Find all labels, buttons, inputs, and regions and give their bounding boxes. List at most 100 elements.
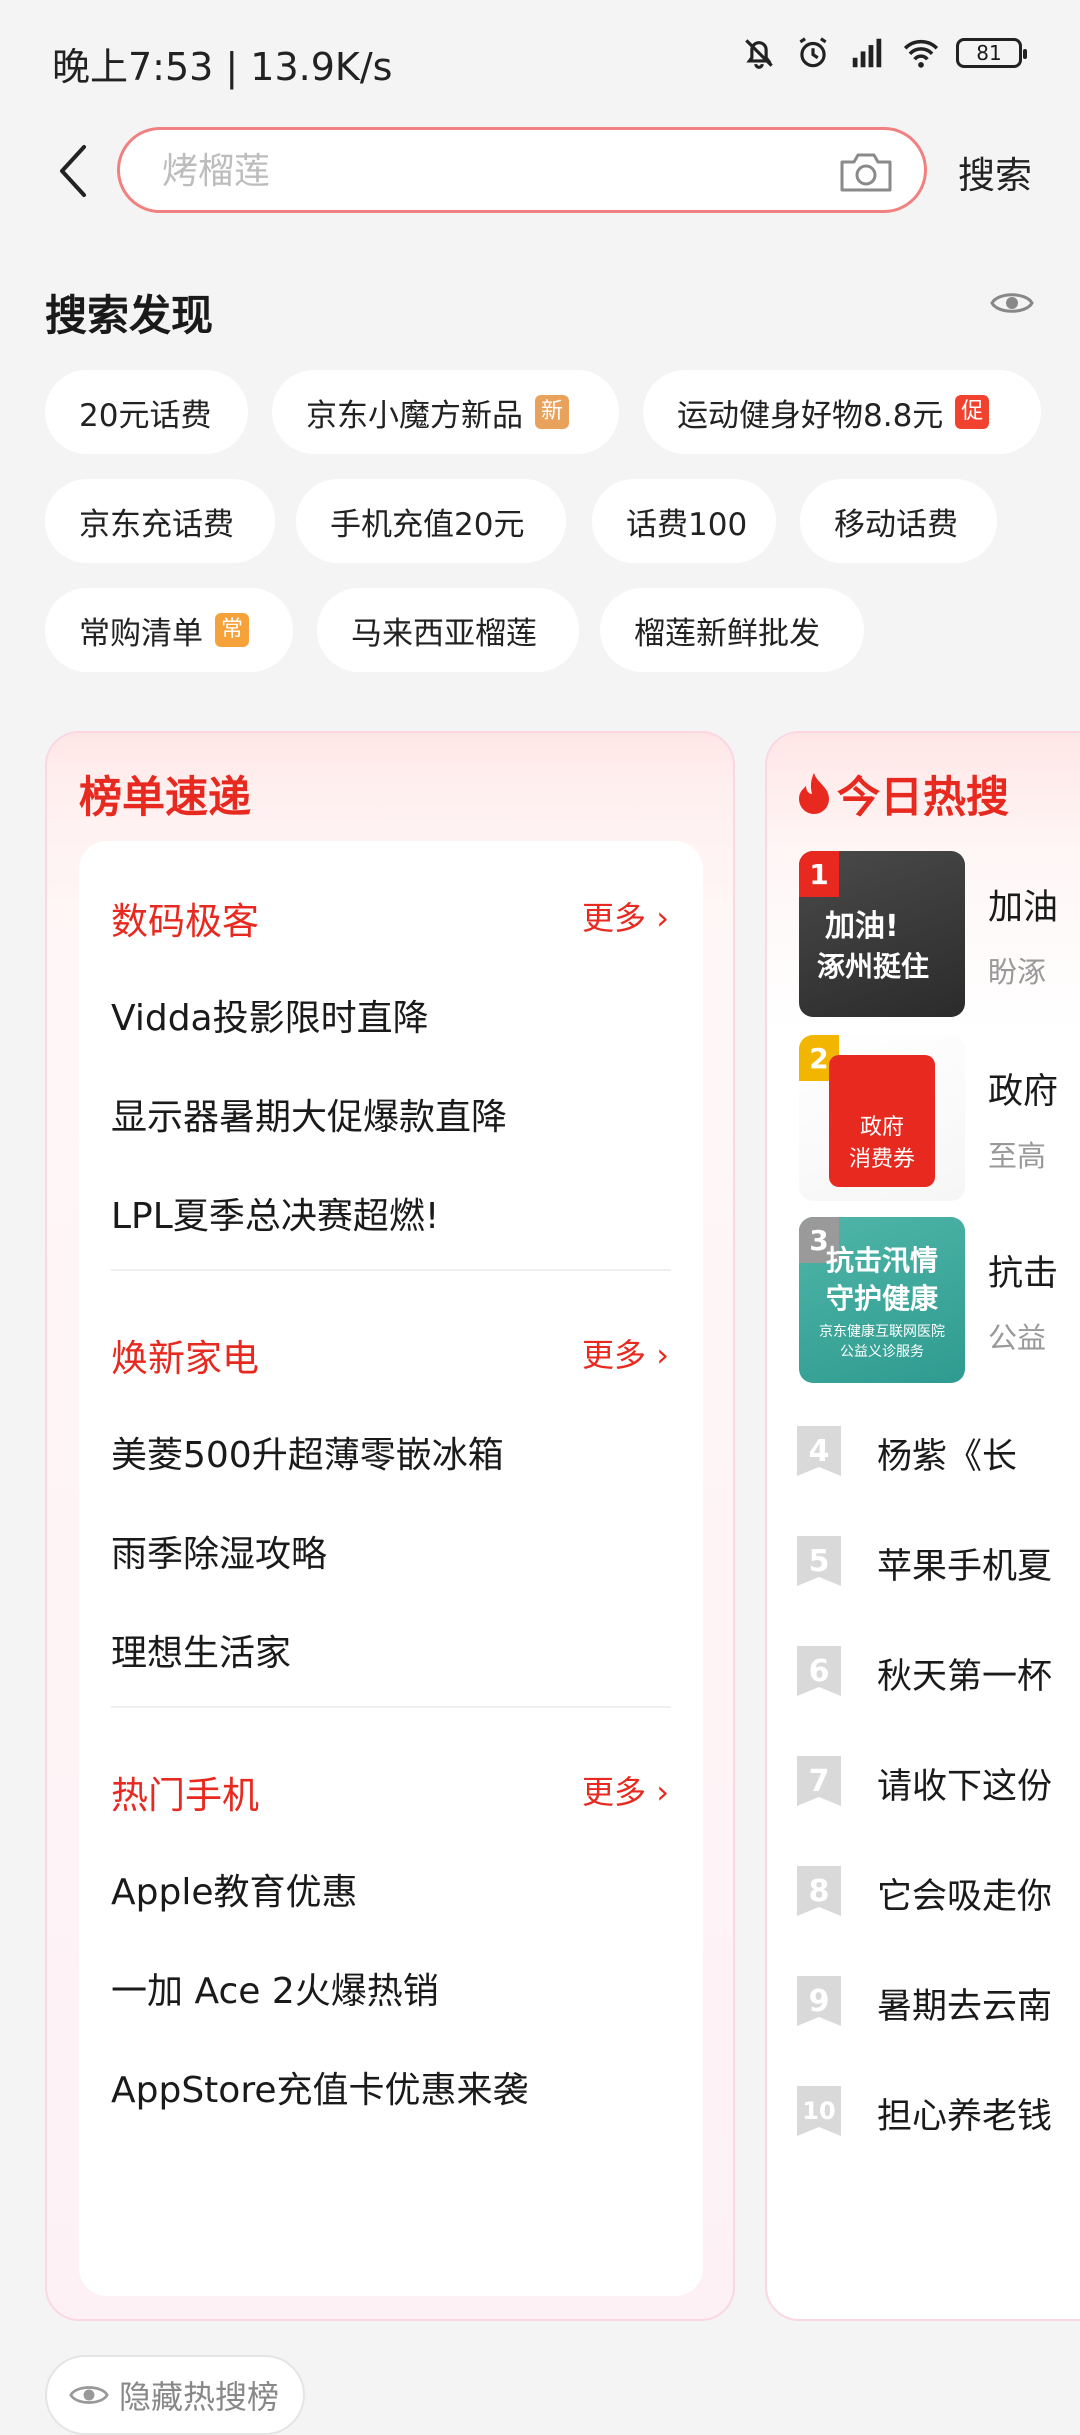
chip-tag-badge: 促 xyxy=(955,395,990,429)
more-label: 更多 xyxy=(582,1773,647,1811)
hot-item-title[interactable]: 政府 xyxy=(988,1063,1058,1114)
more-label: 更多 xyxy=(582,899,647,937)
hot-item-title[interactable]: 抗击 xyxy=(988,1245,1058,1296)
section-divider xyxy=(111,1706,671,1708)
rank-number-badge: 10 xyxy=(797,2086,841,2136)
chip-label: 手机充值20元 xyxy=(330,506,525,543)
hot-search-title: 今日热搜 xyxy=(837,773,1009,823)
ranking-item[interactable]: 理想生活家 xyxy=(111,1624,291,1676)
section-divider xyxy=(111,1269,671,1271)
discovery-chip[interactable]: 京东充话费 xyxy=(45,479,275,563)
ranking-item[interactable]: 雨季除湿攻略 xyxy=(111,1525,327,1577)
rank-number-badge: 9 xyxy=(797,1976,841,2026)
thumb-caption: 加油! xyxy=(825,909,899,944)
ranking-card-body: 数码极客 更多 › Vidda投影限时直降 显示器暑期大促爆款直降 LPL夏季总决赛超燃… xyxy=(79,841,703,2296)
flame-icon xyxy=(799,773,829,814)
rank-number-badge: 4 xyxy=(797,1426,841,1476)
hot-list-item[interactable]: 它会吸走你 xyxy=(877,1868,1052,1919)
ranking-item[interactable]: LPL夏季总决赛超燃! xyxy=(111,1187,439,1239)
chevron-right-icon: › xyxy=(646,1336,669,1374)
rank-number-badge: 7 xyxy=(797,1756,841,1806)
search-button[interactable]: 搜索 xyxy=(958,145,1032,199)
ranking-card-title: 榜单速递 xyxy=(79,773,251,823)
hot-list-item[interactable]: 苹果手机夏 xyxy=(877,1538,1052,1589)
thumb-caption: 政府 xyxy=(859,1115,904,1140)
signal-icon xyxy=(852,38,882,68)
chip-label: 移动话费 xyxy=(834,506,958,543)
more-link[interactable]: 更多 › xyxy=(582,1330,669,1376)
hide-hot-search-button[interactable]: 隐藏热搜榜 xyxy=(45,2355,305,2435)
thumb-caption: 京东健康互联网医院 xyxy=(819,1324,945,1340)
discovery-chip[interactable]: 20元话费 xyxy=(45,370,248,454)
hot-item-title[interactable]: 加油 xyxy=(988,879,1058,930)
hot-item-subtitle: 盼涿 xyxy=(988,955,1047,989)
hot-list-item[interactable]: 暑期去云南 xyxy=(877,1978,1052,2029)
ranking-item[interactable]: Vidda投影限时直降 xyxy=(111,989,429,1041)
ranking-item[interactable]: Apple教育优惠 xyxy=(111,1863,357,1915)
red-envelope-icon: 政府 消费券 xyxy=(829,1055,935,1187)
thumb-caption: 消费券 xyxy=(848,1147,915,1172)
mute-bell-icon xyxy=(745,39,773,69)
chevron-right-icon: › xyxy=(646,899,669,937)
ranking-item[interactable]: 美菱500升超薄零嵌冰箱 xyxy=(111,1426,504,1478)
rank-badge: 1 xyxy=(799,851,839,897)
chip-label: 榴莲新鲜批发 xyxy=(634,615,820,652)
ranking-section-title: 热门手机 xyxy=(111,1774,259,1817)
discovery-chip[interactable]: 马来西亚榴莲 xyxy=(317,588,579,672)
rank-number-badge: 5 xyxy=(797,1536,841,1586)
hot-search-card: 今日热搜 1 加油! 涿州挺住 加油 盼涿 2 政府 消费券 政府 至高 3 抗击汛情 守护健康 京东健康… xyxy=(765,731,1080,2321)
discovery-chip[interactable]: 常购清单常 xyxy=(45,588,293,672)
more-link[interactable]: 更多 › xyxy=(582,1767,669,1813)
chevron-right-icon: › xyxy=(646,1773,669,1811)
eye-icon[interactable] xyxy=(990,288,1034,318)
chip-label: 马来西亚榴莲 xyxy=(351,615,537,652)
discovery-chip[interactable]: 手机充值20元 xyxy=(296,479,566,563)
hot-thumbnail[interactable]: 1 加油! 涿州挺住 xyxy=(799,851,965,1017)
chip-tag-badge: 常 xyxy=(215,613,249,647)
status-time: 晚上7:53 | 13.9K/s xyxy=(52,45,393,89)
more-link[interactable]: 更多 › xyxy=(582,893,669,939)
rank-number-badge: 8 xyxy=(797,1866,841,1916)
discovery-chip[interactable]: 运动健身好物8.8元促 xyxy=(643,370,1041,454)
hot-thumbnail[interactable]: 3 抗击汛情 守护健康 京东健康互联网医院 公益义诊服务 xyxy=(799,1217,965,1383)
search-box[interactable] xyxy=(117,127,927,213)
chip-label: 京东小魔方新品 xyxy=(306,397,523,434)
thumb-caption: 涿州挺住 xyxy=(817,950,930,983)
ranking-card: 榜单速递 数码极客 更多 › Vidda投影限时直降 显示器暑期大促爆款直降 LPL夏季… xyxy=(45,731,735,2321)
discovery-chip[interactable]: 京东小魔方新品新 xyxy=(272,370,619,454)
chip-tag-badge: 新 xyxy=(535,395,569,429)
thumb-caption: 抗击汛情 xyxy=(825,1244,938,1277)
discovery-chip[interactable]: 话费100 xyxy=(592,479,776,563)
hot-item-subtitle: 公益 xyxy=(988,1321,1047,1355)
ranking-item[interactable]: 一加 Ace 2火爆热销 xyxy=(111,1962,439,2014)
hot-thumbnail[interactable]: 2 政府 消费券 xyxy=(799,1035,965,1201)
hot-list-item[interactable]: 杨紫《长 xyxy=(877,1428,1017,1479)
eye-icon xyxy=(69,2386,109,2404)
wifi-icon xyxy=(903,39,939,68)
rank-number-badge: 6 xyxy=(797,1646,841,1696)
chip-label: 京东充话费 xyxy=(79,506,234,543)
hot-list-item[interactable]: 秋天第一杯 xyxy=(877,1648,1052,1699)
hot-item-subtitle: 至高 xyxy=(988,1139,1047,1173)
status-icons: 81 xyxy=(740,34,1027,72)
discovery-chip[interactable]: 榴莲新鲜批发 xyxy=(600,588,864,672)
hide-hot-search-label: 隐藏热搜榜 xyxy=(119,2378,280,2416)
chip-label: 话费100 xyxy=(626,506,748,543)
chip-label: 常购清单 xyxy=(79,615,203,652)
discovery-chip[interactable]: 移动话费 xyxy=(800,479,997,563)
hot-list-item[interactable]: 请收下这份 xyxy=(877,1758,1052,1809)
chip-label: 运动健身好物8.8元 xyxy=(677,397,944,434)
ranking-section-title: 焕新家电 xyxy=(111,1337,259,1380)
back-arrow-icon[interactable] xyxy=(58,143,88,199)
hot-list-item[interactable]: 担心养老钱 xyxy=(877,2088,1052,2139)
alarm-icon xyxy=(799,37,827,68)
battery-icon: 81 xyxy=(956,38,1027,68)
thumb-caption: 公益义诊服务 xyxy=(840,1344,924,1360)
thumb-caption: 守护健康 xyxy=(825,1282,938,1315)
ranking-item[interactable]: AppStore充值卡优惠来袭 xyxy=(111,2061,528,2113)
camera-icon[interactable] xyxy=(838,150,894,194)
ranking-section-title: 数码极客 xyxy=(111,900,259,943)
more-label: 更多 xyxy=(582,1336,647,1374)
ranking-item[interactable]: 显示器暑期大促爆款直降 xyxy=(111,1088,507,1140)
search-input[interactable] xyxy=(160,130,804,212)
